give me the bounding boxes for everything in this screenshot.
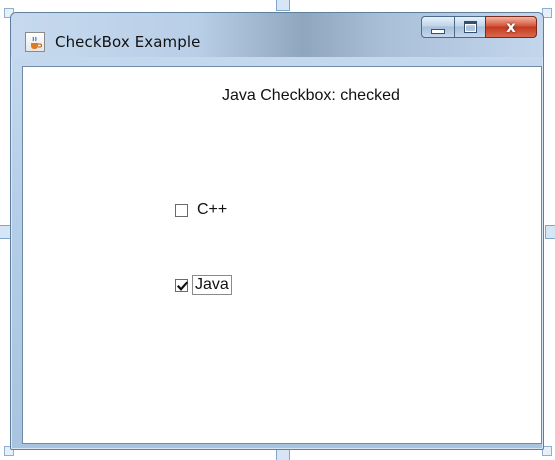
java-cup-icon <box>31 36 42 49</box>
minimize-button[interactable] <box>421 16 454 38</box>
checkbox-java-label[interactable]: Java <box>192 275 232 295</box>
close-button[interactable]: x <box>485 16 537 38</box>
checkbox-cpp-label[interactable]: C++ <box>195 201 229 219</box>
checkbox-java-box[interactable] <box>175 278 189 292</box>
content-panel: Java Checkbox: checked C++ Java <box>22 66 542 444</box>
minimize-icon <box>431 28 445 34</box>
checkbox-java[interactable]: Java <box>175 275 232 295</box>
maximize-icon <box>463 21 477 33</box>
caption-buttons: x <box>421 16 537 40</box>
resize-handle-top[interactable] <box>276 0 290 11</box>
window-title: CheckBox Example <box>55 33 201 51</box>
maximize-button[interactable] <box>454 16 485 38</box>
close-icon: x <box>506 17 516 36</box>
status-label: Java Checkbox: checked <box>222 87 400 104</box>
checkmark-icon <box>176 280 189 291</box>
java-app-icon[interactable] <box>25 32 45 52</box>
checkbox-cpp-box[interactable] <box>175 203 188 217</box>
checkbox-cpp[interactable]: C++ <box>175 201 229 219</box>
resize-handle-bottom[interactable] <box>276 449 290 460</box>
resize-handle-right[interactable] <box>545 225 555 239</box>
title-bar[interactable]: CheckBox Example x <box>11 13 543 57</box>
